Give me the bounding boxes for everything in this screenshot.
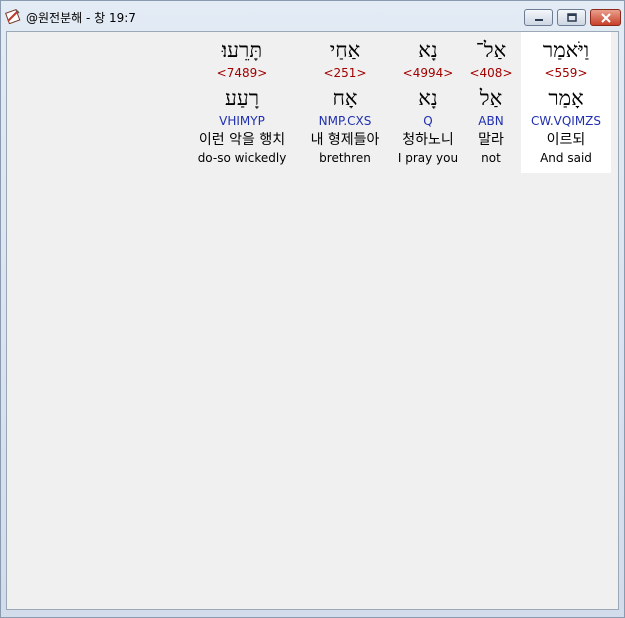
hebrew-root: אָמַר bbox=[548, 86, 584, 110]
korean-gloss: 이런 악을 행치 bbox=[198, 132, 286, 148]
close-icon bbox=[600, 8, 612, 27]
app-window: @원전분해 - 창 19:7 וַיֹּאמַר <559> אָמַר CW.… bbox=[0, 0, 625, 618]
korean-gloss: 이르되 bbox=[546, 132, 586, 148]
korean-gloss: 청하노니 bbox=[402, 132, 454, 148]
strong-number[interactable]: <7489> bbox=[189, 66, 295, 80]
hebrew-word: וַיֹּאמַר bbox=[542, 38, 590, 62]
parsing-code: CW.VQIMZS bbox=[530, 114, 602, 128]
pen-document-icon[interactable] bbox=[5, 8, 21, 25]
hebrew-word: אַל־ bbox=[475, 38, 507, 62]
maximize-icon bbox=[566, 8, 578, 27]
parsing-code: VHIMYP bbox=[219, 114, 265, 128]
word-column-4[interactable]: אַחַי <251> אָח NMP.CXS 내 형제들아 brethren bbox=[302, 32, 388, 173]
hebrew-root: אַל bbox=[479, 86, 503, 110]
strong-number[interactable]: <251> bbox=[302, 66, 388, 80]
korean-gloss: 내 형제들아 bbox=[310, 132, 380, 148]
english-gloss: do-so wickedly bbox=[197, 151, 287, 165]
strong-number[interactable]: <408> bbox=[463, 66, 519, 80]
analysis-panel: וַיֹּאמַר <559> אָמַר CW.VQIMZS 이르되 And … bbox=[6, 31, 619, 610]
english-gloss: I pray you bbox=[397, 151, 459, 165]
hebrew-root: נָא bbox=[418, 86, 438, 110]
hebrew-word: תָּרֵעוּ׃ bbox=[221, 38, 263, 62]
hebrew-word: נָא bbox=[418, 38, 438, 62]
parsing-code: ABN bbox=[478, 114, 504, 128]
word-column-2[interactable]: אַל־ <408> אַל ABN 말라 not bbox=[463, 32, 519, 173]
english-gloss: And said bbox=[540, 151, 592, 165]
hebrew-word: אַחַי bbox=[329, 38, 361, 62]
close-button[interactable] bbox=[590, 9, 621, 26]
maximize-button[interactable] bbox=[557, 9, 586, 26]
window-title: @원전분해 - 창 19:7 bbox=[26, 11, 136, 25]
title-bar[interactable]: @원전분해 - 창 19:7 bbox=[1, 1, 624, 31]
english-gloss: not bbox=[481, 151, 501, 165]
word-column-1[interactable]: וַיֹּאמַר <559> אָמַר CW.VQIMZS 이르되 And … bbox=[521, 32, 611, 173]
hebrew-root: אָח bbox=[332, 86, 358, 110]
minimize-icon bbox=[533, 8, 545, 27]
word-column-5[interactable]: תָּרֵעוּ׃ <7489> רָעַע VHIMYP 이런 악을 행치 d… bbox=[189, 32, 295, 173]
strong-number[interactable]: <559> bbox=[521, 66, 611, 80]
parsing-code: Q bbox=[423, 114, 433, 128]
word-column-3[interactable]: נָא <4994> נָא Q 청하노니 I pray you bbox=[393, 32, 463, 173]
english-gloss: brethren bbox=[319, 151, 371, 165]
minimize-button[interactable] bbox=[524, 9, 553, 26]
hebrew-root: רָעַע bbox=[224, 86, 260, 110]
strong-number[interactable]: <4994> bbox=[393, 66, 463, 80]
parsing-code: NMP.CXS bbox=[318, 114, 372, 128]
korean-gloss: 말라 bbox=[478, 132, 504, 148]
